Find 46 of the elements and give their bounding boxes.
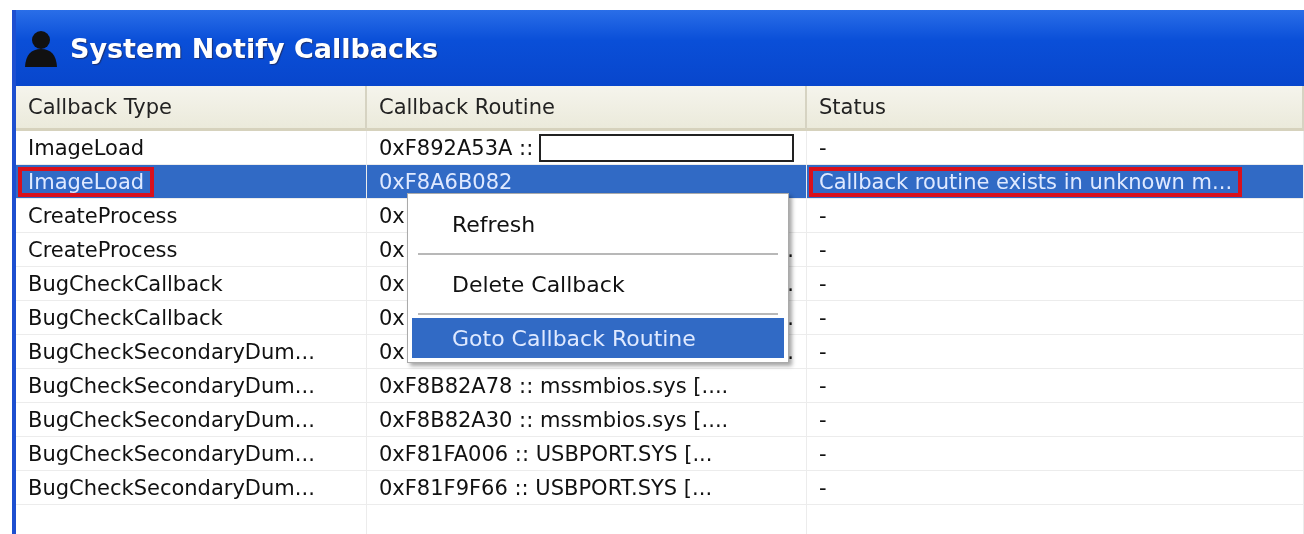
status-text: - <box>819 237 827 262</box>
callback-type: BugCheckCallback <box>28 305 223 330</box>
status-text: - <box>819 373 827 398</box>
callback-type: BugCheckSecondaryDum... <box>28 339 315 364</box>
menu-item[interactable]: Refresh <box>412 198 784 250</box>
callback-type: BugCheckSecondaryDum... <box>28 441 315 466</box>
callback-type: BugCheckSecondaryDum... <box>28 373 315 398</box>
callback-routine: 0xF81F9F66 :: USBPORT.SYS [... <box>379 475 713 500</box>
window-title: System Notify Callbacks <box>70 32 439 64</box>
status-text: - <box>819 203 827 228</box>
callback-type: CreateProcess <box>28 203 178 228</box>
callback-routine: 0x <box>379 203 405 228</box>
callback-routine: 0xF892A53A :: <box>379 135 534 160</box>
menu-item[interactable]: Delete Callback <box>412 258 784 310</box>
callback-type: CreateProcess <box>28 237 178 262</box>
callback-type: BugCheckSecondaryDum... <box>28 407 315 432</box>
column-header[interactable]: Callback Type <box>16 86 367 131</box>
callback-routine: 0x <box>379 305 405 330</box>
status-text: - <box>819 271 827 296</box>
column-header[interactable]: Callback Routine <box>367 86 807 131</box>
rename-field[interactable] <box>539 133 794 162</box>
callback-routine: 0x <box>379 237 405 262</box>
routine-tail: . <box>787 339 794 364</box>
status-text: - <box>819 305 827 330</box>
person-icon <box>22 29 60 67</box>
callback-routine: 0x <box>379 339 405 364</box>
status-text: Callback routine exists in unknown m... <box>819 169 1233 194</box>
routine-tail: . <box>787 237 794 262</box>
callback-type: ImageLoad <box>28 135 145 160</box>
callback-routine: 0xF8B82A30 :: mssmbios.sys [.... <box>379 407 729 432</box>
status-text: - <box>819 441 827 466</box>
callback-type: BugCheckCallback <box>28 271 223 296</box>
callback-routine: 0xF81FA006 :: USBPORT.SYS [... <box>379 441 713 466</box>
callback-type: BugCheckSecondaryDum... <box>28 475 315 500</box>
callback-routine: 0xF8B82A78 :: mssmbios.sys [.... <box>379 373 729 398</box>
menu-item[interactable]: Goto Callback Routine <box>412 318 784 358</box>
callback-routine: 0xF8A6B082 <box>379 169 513 194</box>
routine-tail: . <box>787 305 794 330</box>
status-text: - <box>819 475 827 500</box>
callback-type: ImageLoad <box>28 169 145 194</box>
status-text: - <box>819 407 827 432</box>
column-header[interactable]: Status <box>807 86 1304 131</box>
status-text: - <box>819 339 827 364</box>
callback-routine: 0x <box>379 271 405 296</box>
status-text: - <box>819 135 827 160</box>
routine-tail: . <box>787 271 794 296</box>
